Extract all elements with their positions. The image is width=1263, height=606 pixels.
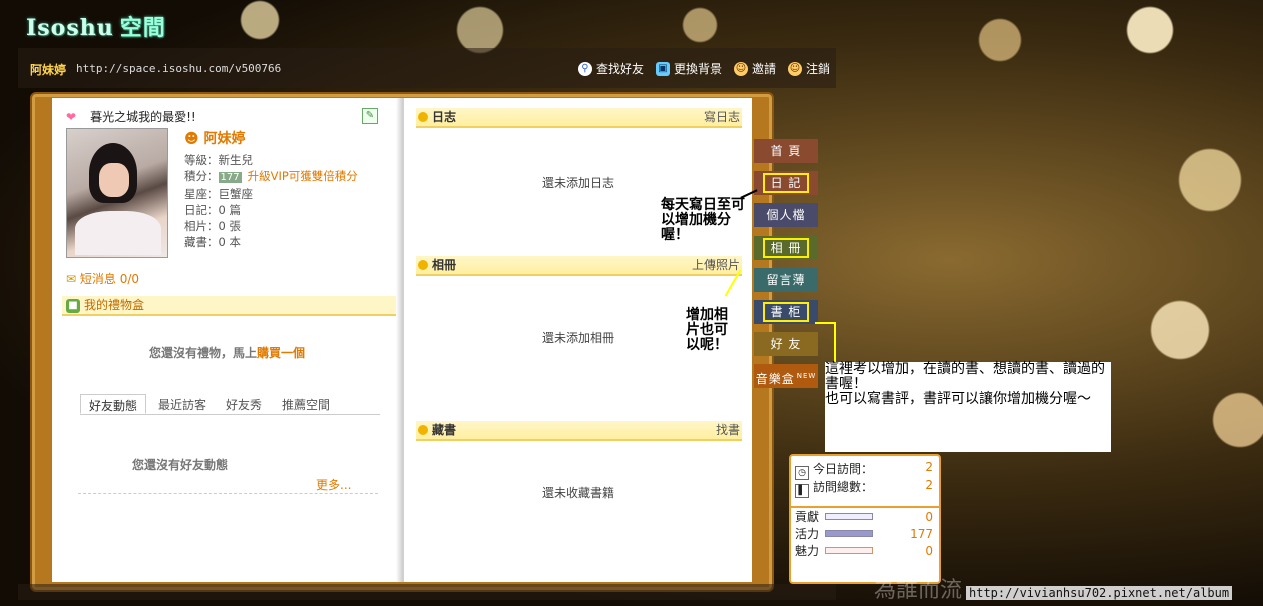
nav-profile[interactable]: 個人檔 — [754, 203, 818, 227]
motto: ❤ 暮光之城我的最愛!! — [66, 110, 196, 124]
total-visits: ▌ 訪問總數： 2 — [795, 478, 933, 498]
note-album: 增加相片也可以呢！ — [686, 307, 728, 353]
find-friends-button[interactable]: ⚲ 查找好友 — [577, 60, 644, 77]
contribution-bar — [825, 513, 873, 520]
background-icon: ▣ — [655, 61, 670, 76]
nav-bookshelf[interactable]: 書 柜 — [754, 300, 818, 324]
activity-bar — [825, 530, 873, 537]
note-diary: 每天寫日至可以增加機分喔！ — [661, 197, 745, 243]
change-background-button[interactable]: ▣ 更換背景 — [655, 60, 722, 77]
invite-button[interactable]: ☺ 邀請 — [733, 60, 776, 77]
today-visits: ◷ 今日訪問： 2 — [795, 460, 933, 480]
charm-bar — [825, 547, 873, 554]
points-value: 177 — [218, 172, 242, 183]
chart-icon: ▌ — [795, 484, 809, 498]
sms-link[interactable]: ✉ 短消息 0/0 — [66, 270, 139, 287]
edit-icon[interactable]: ✎ — [362, 108, 378, 124]
more-link[interactable]: 更多... — [316, 476, 351, 493]
activity-row: 活力 177 — [795, 526, 933, 542]
new-badge: NEW — [796, 372, 817, 380]
friend-tabs: 好友動態 最近訪客 好友秀 推薦空間 — [80, 394, 380, 415]
top-bar: 阿妹婷 http://space.isoshu.com/v500766 ⚲ 查找… — [18, 48, 836, 88]
no-gift-message: 您還沒有禮物，馬上購買一個 — [148, 346, 306, 360]
nav-album[interactable]: 相 冊 — [754, 236, 818, 260]
background-text: 為誰而流 — [874, 578, 963, 603]
profile-page: ❤ 暮光之城我的最愛!! ✎ ☻ 阿妹婷 等級：新生兒 積分： 177 升級VIP可獲… — [52, 98, 403, 582]
upload-photo-link[interactable]: 上傳照片 — [692, 256, 740, 274]
tab-recent-visitors[interactable]: 最近訪客 — [150, 394, 214, 414]
top-actions: ⚲ 查找好友 ▣ 更換背景 ☺ 邀請 ☺ 注銷 — [577, 60, 830, 77]
contribution-row: 貢獻 0 — [795, 509, 933, 525]
logout-button[interactable]: ☺ 注銷 — [787, 60, 830, 77]
watermark-url: http://vivianhsu702.pixnet.net/album — [966, 586, 1233, 600]
gift-icon: ■ — [66, 298, 80, 313]
tab-recommended[interactable]: 推薦空間 — [274, 394, 338, 414]
nav-friends[interactable]: 好 友 — [754, 332, 818, 356]
tab-friend-show[interactable]: 好友秀 — [218, 394, 270, 414]
logout-icon: ☺ — [787, 61, 802, 76]
note-books: 這裡考以增加，在讀的書、想讀的書、讀過的書喔！ 也可以寫書評，書評可以讓你增加機… — [825, 362, 1111, 452]
eye-icon — [418, 112, 428, 122]
bottom-strip — [18, 584, 836, 600]
profile-info: 等級：新生兒 積分： 177 升級VIP可獲雙倍積分 星座：巨蟹座 日記：0 篇 相… — [184, 152, 358, 250]
charm-row: 魅力 0 — [795, 543, 933, 559]
find-book-link[interactable]: 找書 — [716, 421, 740, 439]
diary-header: 日志 寫日志 — [416, 108, 742, 128]
eye-icon — [418, 260, 428, 270]
heart-icon: ❤ — [66, 110, 77, 124]
invite-icon: ☺ — [733, 61, 748, 76]
gift-box-header[interactable]: ■ 我的禮物盒 — [62, 296, 400, 316]
divider — [78, 493, 378, 494]
space-url: http://space.isoshu.com/v500766 — [76, 62, 282, 75]
leader-line — [834, 322, 836, 362]
zodiac: 星座：巨蟹座 — [184, 187, 253, 201]
nav-music-box[interactable]: 音樂盒 NEW — [754, 364, 818, 388]
eye-icon — [418, 425, 428, 435]
book-count: 藏書：0 本 — [184, 235, 241, 249]
leader-line — [815, 322, 835, 324]
photo-count: 相片：0 張 — [184, 219, 241, 233]
books-empty: 還未收藏書籍 — [541, 486, 614, 500]
visit-stats: ◷ 今日訪問： 2 ▌ 訪問總數： 2 貢獻 0 活力 177 魅力 0 — [789, 454, 941, 584]
nav-diary[interactable]: 日 記 — [754, 171, 818, 195]
no-friend-activity: 您還沒有好友動態 — [132, 458, 229, 472]
user-icon: ☻ — [184, 131, 204, 147]
search-icon: ⚲ — [577, 61, 592, 76]
buy-gift-link[interactable]: 購買一個 — [257, 346, 305, 360]
avatar[interactable] — [66, 128, 168, 258]
diary-count: 日記：0 篇 — [184, 203, 241, 217]
mail-icon: ✉ — [66, 272, 80, 286]
nav-guestbook[interactable]: 留言薄 — [754, 268, 818, 292]
write-diary-link[interactable]: 寫日志 — [704, 108, 740, 126]
vip-upgrade-link[interactable]: 升級VIP可獲雙倍積分 — [248, 169, 358, 183]
album-header: 相冊 上傳照片 — [416, 256, 742, 276]
owner-name[interactable]: 阿妹婷 — [30, 61, 66, 78]
profile-name[interactable]: ☻ 阿妹婷 — [184, 128, 245, 148]
books-header: 藏書 找書 — [416, 421, 742, 441]
level: 等級：新生兒 — [184, 153, 253, 167]
points-row: 積分： 177 升級VIP可獲雙倍積分 — [184, 169, 358, 183]
diary-empty: 還未添加日志 — [541, 176, 614, 190]
nav-home[interactable]: 首 頁 — [754, 139, 818, 163]
tab-friend-activity[interactable]: 好友動態 — [80, 394, 147, 414]
site-logo[interactable]: Isoshu 空間 — [26, 10, 166, 42]
